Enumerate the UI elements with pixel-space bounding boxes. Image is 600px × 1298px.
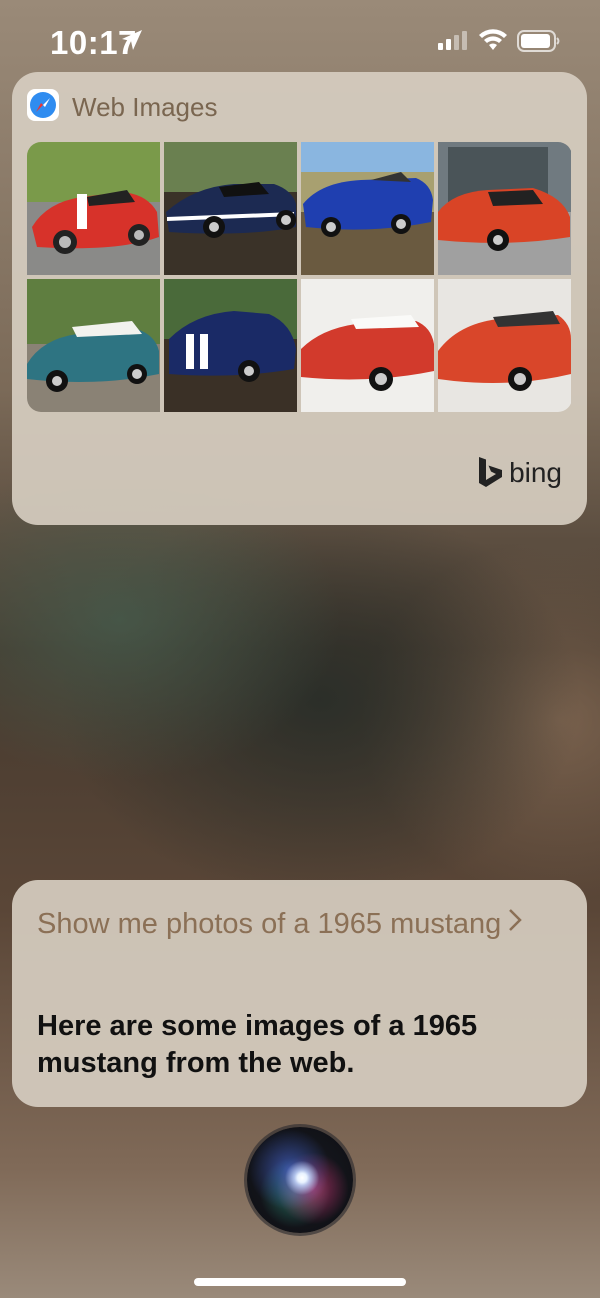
image-thumbnail[interactable] [301,279,434,412]
image-grid [27,142,572,412]
image-thumbnail[interactable] [27,279,160,412]
image-thumbnail[interactable] [164,279,297,412]
bing-logo: bing [477,457,562,489]
bing-label: bing [509,457,562,488]
user-query[interactable]: Show me photos of a 1965 mustang [37,904,557,944]
image-thumbnail[interactable] [438,279,571,412]
siri-dialog-card: Show me photos of a 1965 mustang Here ar… [12,880,587,1107]
image-thumbnail[interactable] [438,142,571,275]
image-thumbnail[interactable] [164,142,297,275]
card-title: Web Images [72,92,218,122]
image-thumbnail[interactable] [27,142,160,275]
safari-icon [27,89,59,121]
image-thumbnail[interactable] [301,142,434,275]
siri-orb-button[interactable] [247,1127,353,1233]
battery-icon [517,30,560,52]
location-arrow-icon [122,30,142,50]
home-indicator[interactable] [194,1278,406,1286]
cellular-signal-icon [438,31,467,50]
wifi-icon [479,29,507,50]
bing-icon [479,457,503,487]
chevron-right-icon [509,909,523,931]
web-images-card[interactable]: Web Images bing [12,72,587,525]
siri-response: Here are some images of a 1965 mustang f… [37,1010,478,1079]
status-bar: 10:17 [0,0,600,80]
query-text: Show me photos of a 1965 mustang [37,908,502,940]
